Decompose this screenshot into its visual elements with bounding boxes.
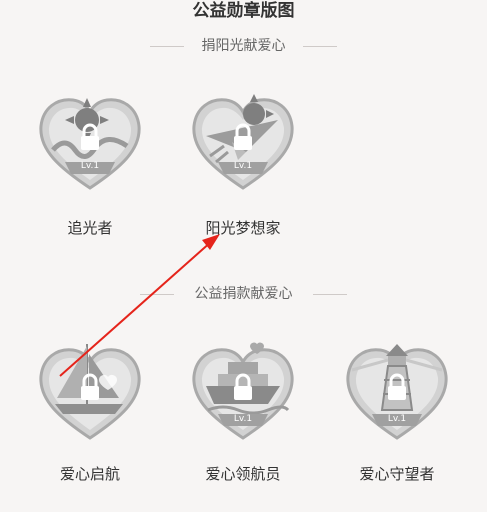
- badge-name: 爱心领航员: [205, 465, 281, 483]
- sailboat-icon: [39, 344, 141, 440]
- badge-name: 阳光梦想家: [205, 219, 281, 237]
- sun-waves-icon: [39, 98, 141, 190]
- ship-icon: [192, 342, 294, 440]
- section-header-sunshine: 捐阳光献爱心: [0, 36, 487, 56]
- badge-love-sail[interactable]: 爱心启航: [20, 340, 160, 483]
- badge-level: Lv.1: [233, 414, 253, 424]
- badge-chaser[interactable]: Lv.1 追光者: [20, 90, 160, 237]
- section-label: 捐阳光献爱心: [201, 38, 286, 54]
- divider-right: [303, 46, 337, 47]
- badge-name: 追光者: [67, 219, 113, 237]
- badge-level: Lv.1: [233, 161, 253, 171]
- sun-paper-plane-icon: [192, 94, 294, 190]
- badge-name: 爱心启航: [59, 465, 120, 483]
- badge-love-guardian[interactable]: Lv.1 爱心守望者: [327, 340, 467, 483]
- divider-right: [313, 294, 347, 295]
- badge-sunshine-dreamer[interactable]: Lv.1 阳光梦想家: [173, 90, 313, 237]
- section-header-donation: 公益捐款献爱心: [0, 284, 487, 304]
- lighthouse-icon: [346, 344, 448, 440]
- badge-level: Lv.1: [80, 161, 100, 171]
- badge-love-navigator[interactable]: Lv.1 爱心领航员: [173, 340, 313, 483]
- section-label: 公益捐款献爱心: [194, 286, 293, 302]
- badge-level: Lv.1: [387, 414, 407, 424]
- page-title: 公益勋章版图: [192, 1, 295, 21]
- badge-name: 爱心守望者: [359, 465, 435, 483]
